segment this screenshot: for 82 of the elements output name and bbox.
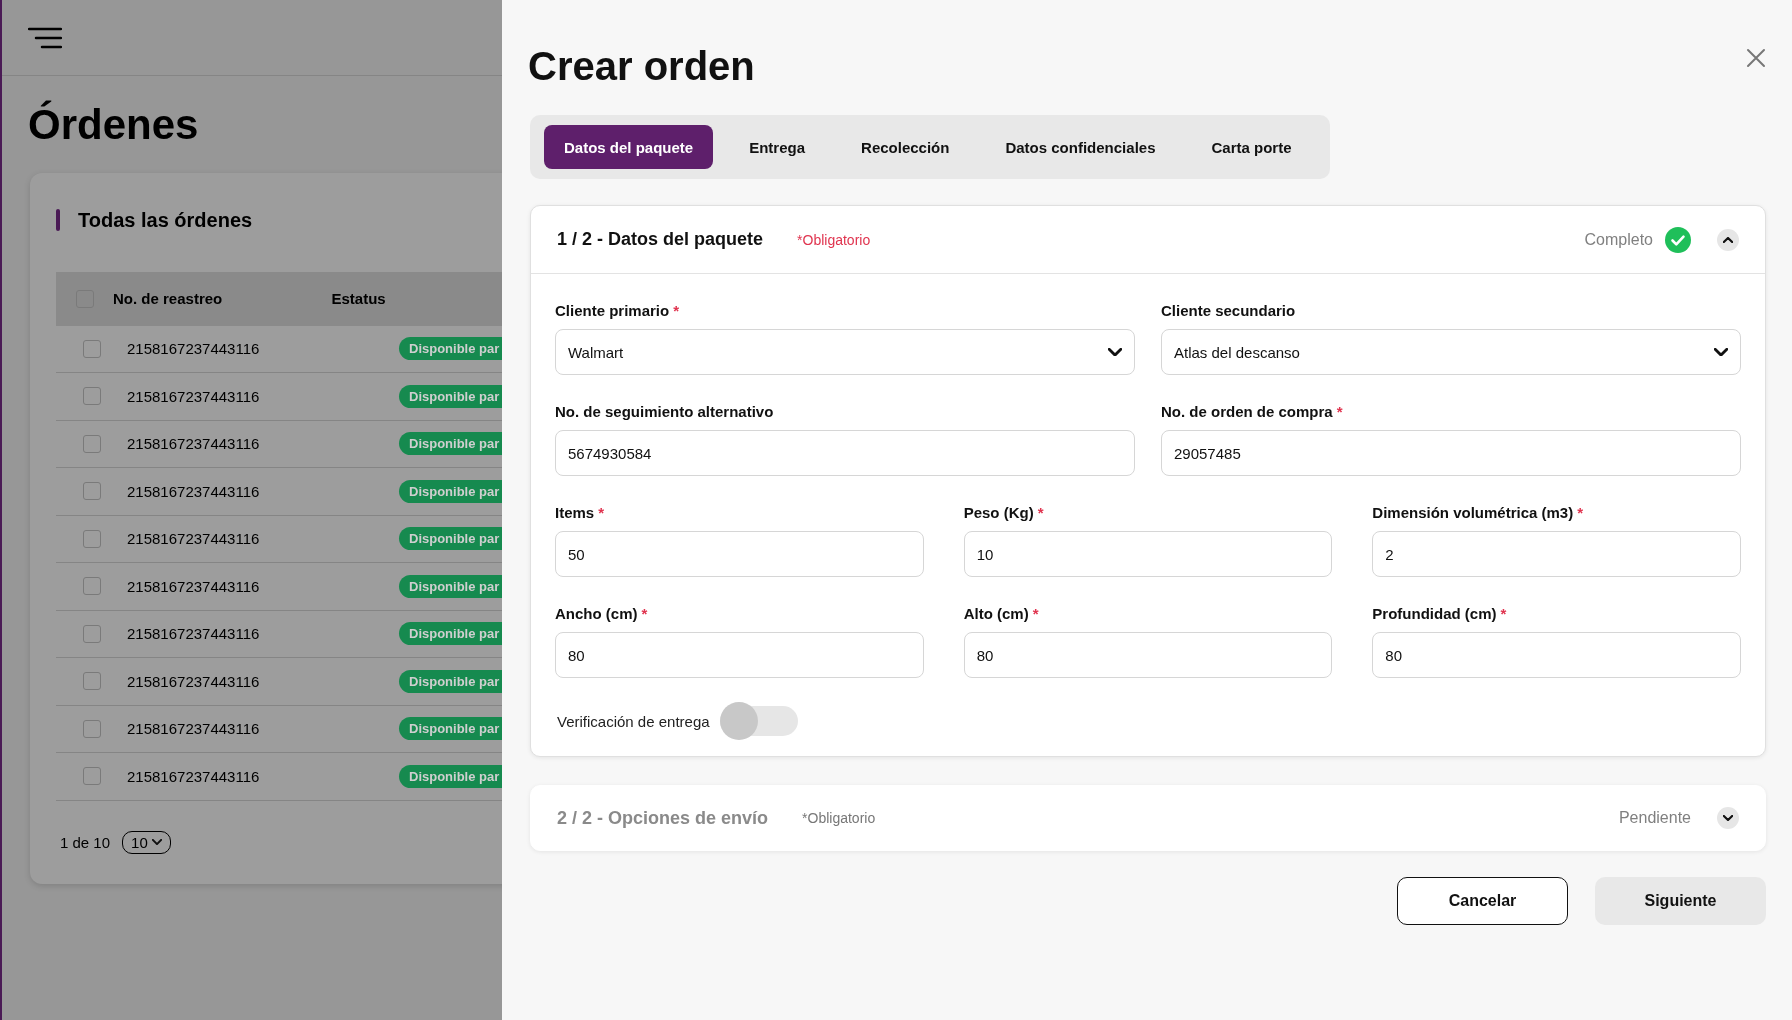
select-field[interactable]: Atlas del descanso bbox=[1161, 329, 1741, 375]
expand-toggle[interactable] bbox=[1717, 807, 1739, 829]
status-badge: Disponible par bbox=[399, 384, 502, 408]
field-label: Peso (Kg) * bbox=[963, 504, 1045, 521]
column-header: No. de reastreo bbox=[113, 290, 224, 308]
status-badge: Disponible par bbox=[399, 717, 502, 741]
input-field[interactable]: 80 bbox=[1372, 632, 1741, 678]
field-label: No. de orden de compra * bbox=[1161, 403, 1344, 420]
close-button[interactable] bbox=[1746, 48, 1766, 68]
tab[interactable]: Datos del paquete bbox=[544, 125, 714, 169]
card-title: Todas las órdenes bbox=[78, 208, 253, 232]
toggle-label: Verificación de entrega bbox=[557, 712, 710, 730]
field-label: Ancho (cm) * bbox=[555, 605, 649, 622]
table-cell-text: 2158167237443116 bbox=[127, 767, 261, 785]
table-cell-text: 2158167237443116 bbox=[127, 672, 261, 690]
field-label: Cliente secundario bbox=[1161, 302, 1297, 319]
input-field[interactable]: 5674930584 bbox=[555, 430, 1135, 476]
tab[interactable]: Carta porte bbox=[1191, 125, 1312, 169]
status-badge: Disponible par bbox=[399, 574, 502, 598]
table-cell-text: 2158167237443116 bbox=[127, 577, 261, 595]
section-title: 1 / 2 - Datos del paquete bbox=[557, 229, 764, 250]
checkbox[interactable] bbox=[82, 672, 101, 691]
checkbox[interactable] bbox=[82, 482, 101, 501]
checkbox[interactable] bbox=[82, 339, 101, 358]
table-cell-text: 2158167237443116 bbox=[127, 340, 261, 358]
tab[interactable]: Entrega bbox=[729, 125, 826, 169]
status-badge: Disponible par bbox=[399, 527, 502, 551]
required-note: *Obligatorio bbox=[802, 810, 876, 826]
table-cell-text: 2158167237443116 bbox=[127, 625, 261, 643]
chevron-down-icon bbox=[151, 839, 162, 846]
status-badge: Disponible par bbox=[399, 432, 502, 456]
page-size-select[interactable]: 10 bbox=[122, 830, 171, 854]
status-badge: Disponible par bbox=[399, 622, 502, 646]
close-icon bbox=[1746, 48, 1766, 68]
table-cell-text: 2158167237443116 bbox=[127, 482, 261, 500]
input-field[interactable]: 80 bbox=[555, 632, 924, 678]
field-label: Alto (cm) * bbox=[963, 605, 1040, 622]
checkbox[interactable] bbox=[82, 767, 101, 786]
checkbox[interactable] bbox=[82, 529, 101, 548]
checkbox[interactable] bbox=[82, 719, 101, 738]
checkbox[interactable] bbox=[82, 387, 101, 406]
chevron-down-icon bbox=[1723, 815, 1733, 821]
chevron-down-icon bbox=[1108, 347, 1122, 357]
table-cell-text: 2158167237443116 bbox=[127, 435, 261, 453]
field-label: No. de seguimiento alternativo bbox=[555, 403, 775, 420]
next-button[interactable]: Siguiente bbox=[1595, 877, 1766, 925]
input-field[interactable]: 2 bbox=[1372, 531, 1741, 577]
status-badge: Disponible par bbox=[399, 337, 502, 361]
table-cell-text: 2158167237443116 bbox=[127, 530, 261, 548]
status-badge: Disponible par bbox=[399, 764, 502, 788]
field-label: Dimensión volumétrica (m3) * bbox=[1372, 504, 1585, 521]
chevron-down-icon bbox=[1714, 347, 1728, 357]
page-title: Órdenes bbox=[28, 99, 199, 150]
accent-bar bbox=[56, 209, 60, 232]
chevron-up-icon bbox=[1723, 236, 1733, 243]
section-status: Pendiente bbox=[1618, 809, 1691, 827]
status-badge: Disponible par bbox=[399, 669, 502, 693]
field-label: Items * bbox=[555, 504, 606, 521]
table-cell-text: 2158167237443116 bbox=[127, 720, 261, 738]
section-title: 2 / 2 - Opciones de envío bbox=[557, 807, 769, 829]
page-indicator: 1 de 10 bbox=[60, 833, 111, 851]
column-header: Estatus bbox=[331, 290, 387, 308]
cancel-button[interactable]: Cancelar bbox=[1397, 877, 1568, 925]
menu-icon[interactable] bbox=[28, 26, 62, 49]
drawer-title: Crear orden bbox=[528, 44, 755, 89]
input-field[interactable]: 50 bbox=[555, 531, 924, 577]
select-field[interactable]: Walmart bbox=[555, 329, 1135, 375]
tab[interactable]: Recolección bbox=[841, 125, 970, 169]
required-note: *Obligatorio bbox=[797, 231, 871, 248]
expand-toggle[interactable] bbox=[1717, 228, 1739, 251]
input-field[interactable]: 10 bbox=[963, 531, 1333, 577]
field-label: Cliente primario * bbox=[555, 302, 681, 319]
input-field[interactable]: 80 bbox=[963, 632, 1333, 678]
checkbox[interactable] bbox=[82, 434, 101, 453]
table-cell-text: 2158167237443116 bbox=[127, 387, 261, 405]
checkbox[interactable] bbox=[82, 577, 101, 596]
status-badge: Disponible par bbox=[399, 479, 502, 503]
section-status: Completo bbox=[1584, 230, 1653, 249]
checkbox[interactable] bbox=[82, 624, 101, 643]
field-label: Profundidad (cm) * bbox=[1372, 605, 1508, 622]
input-field[interactable]: 29057485 bbox=[1161, 430, 1741, 476]
tab[interactable]: Datos confidenciales bbox=[985, 125, 1176, 169]
